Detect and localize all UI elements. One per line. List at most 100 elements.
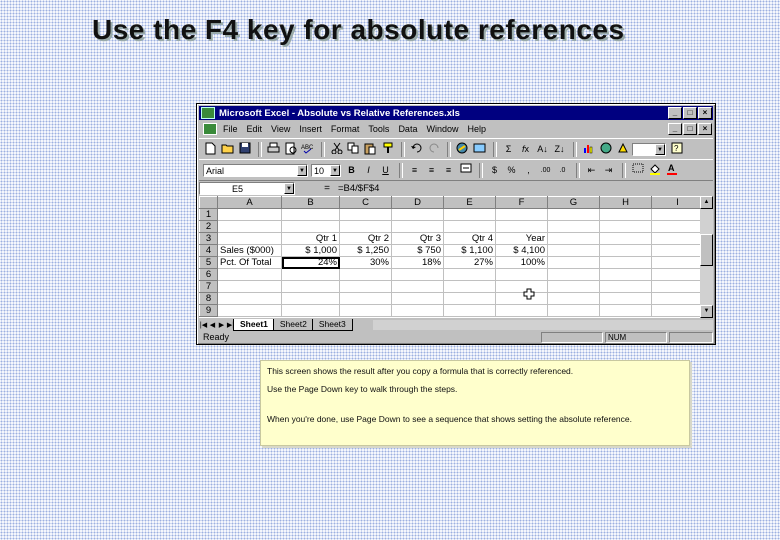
paste-icon[interactable] — [363, 142, 378, 157]
bold-button[interactable]: B — [344, 163, 359, 178]
hyperlink-icon[interactable] — [455, 142, 470, 157]
cell[interactable]: Sales ($000) — [217, 244, 282, 257]
cell[interactable]: 100% — [495, 256, 548, 269]
font-name-combo[interactable]: Arial ▼ — [203, 163, 308, 177]
cell[interactable] — [443, 304, 496, 317]
cell[interactable] — [651, 256, 704, 269]
column-header[interactable]: G — [547, 196, 600, 209]
cell[interactable] — [443, 268, 496, 281]
workbook-icon[interactable] — [203, 123, 217, 135]
menu-data[interactable]: Data — [398, 124, 417, 134]
horizontal-scrollbar[interactable] — [372, 320, 713, 330]
cell[interactable] — [339, 268, 392, 281]
cell[interactable]: $ 750 — [391, 244, 444, 257]
save-icon[interactable] — [237, 142, 252, 157]
row-header[interactable]: 5 — [199, 256, 218, 269]
cell[interactable] — [339, 304, 392, 317]
cell[interactable] — [281, 304, 340, 317]
cell[interactable] — [391, 304, 444, 317]
cell[interactable] — [651, 304, 704, 317]
cell[interactable] — [495, 280, 548, 293]
cell[interactable] — [391, 220, 444, 233]
cell[interactable] — [651, 292, 704, 305]
column-header[interactable]: E — [443, 196, 496, 209]
menu-file[interactable]: File — [223, 124, 238, 134]
cell[interactable] — [547, 280, 600, 293]
sort-descending-icon[interactable]: Z↓ — [552, 142, 567, 157]
cell[interactable] — [651, 208, 704, 221]
doc-restore-button[interactable]: □ — [683, 123, 697, 135]
row-header[interactable]: 1 — [199, 208, 218, 221]
borders-icon[interactable] — [630, 163, 645, 178]
cell[interactable] — [495, 292, 548, 305]
cell[interactable]: 24% — [281, 256, 340, 269]
cell[interactable] — [217, 304, 282, 317]
row-header[interactable]: 6 — [199, 268, 218, 281]
cell[interactable] — [651, 244, 704, 257]
minimize-button[interactable]: _ — [668, 107, 682, 119]
doc-minimize-button[interactable]: _ — [668, 123, 682, 135]
cell[interactable] — [599, 244, 652, 257]
cell[interactable] — [339, 280, 392, 293]
column-header[interactable]: B — [281, 196, 340, 209]
increase-indent-icon[interactable]: ⇥ — [601, 163, 616, 178]
align-right-icon[interactable]: ≡ — [441, 163, 456, 178]
column-header[interactable]: D — [391, 196, 444, 209]
cell[interactable]: $ 1,250 — [339, 244, 392, 257]
formula-equals-icon[interactable]: = — [320, 183, 334, 194]
map-icon[interactable] — [598, 142, 613, 157]
fill-color-icon[interactable] — [647, 163, 662, 178]
menu-format[interactable]: Format — [331, 124, 360, 134]
tab-sheet3[interactable]: Sheet3 — [311, 319, 353, 331]
cell[interactable] — [599, 220, 652, 233]
doc-close-button[interactable]: × — [698, 123, 712, 135]
cell[interactable] — [495, 208, 548, 221]
cell[interactable]: Qtr 3 — [391, 232, 444, 245]
cell[interactable] — [495, 220, 548, 233]
cell[interactable] — [547, 292, 600, 305]
autosum-icon[interactable]: Σ — [501, 142, 516, 157]
chevron-down-icon[interactable]: ▼ — [330, 164, 340, 176]
cell[interactable] — [217, 232, 282, 245]
row-header[interactable]: 3 — [199, 232, 218, 245]
italic-button[interactable]: I — [361, 163, 376, 178]
cell[interactable] — [281, 268, 340, 281]
cell[interactable] — [547, 268, 600, 281]
cell[interactable] — [599, 208, 652, 221]
cell[interactable] — [651, 220, 704, 233]
maximize-button[interactable]: □ — [683, 107, 697, 119]
excel-app-icon[interactable] — [201, 107, 215, 119]
scroll-down-icon[interactable]: ▼ — [700, 305, 713, 318]
vertical-scrollbar[interactable]: ▲ ▼ — [700, 196, 713, 318]
currency-button[interactable]: $ — [487, 163, 502, 178]
function-icon[interactable]: fx — [518, 142, 533, 157]
decrease-decimal-button[interactable]: .0 — [555, 163, 570, 178]
align-center-icon[interactable]: ≡ — [424, 163, 439, 178]
cell[interactable] — [443, 208, 496, 221]
align-left-icon[interactable]: ≡ — [407, 163, 422, 178]
cell[interactable] — [547, 232, 600, 245]
cell[interactable] — [599, 232, 652, 245]
format-painter-icon[interactable] — [380, 142, 395, 157]
cell[interactable] — [391, 280, 444, 293]
cell[interactable] — [391, 292, 444, 305]
column-header[interactable]: C — [339, 196, 392, 209]
cell[interactable] — [599, 256, 652, 269]
cell[interactable] — [651, 268, 704, 281]
worksheet-grid[interactable]: ABCDEFGHI 1 2 3 Qtr 1 Qtr 2 Qtr 3 Qtr 4 Year 4 Sa… — [199, 196, 709, 318]
cell[interactable] — [217, 292, 282, 305]
cell[interactable] — [217, 268, 282, 281]
print-preview-icon[interactable] — [283, 142, 298, 157]
cell[interactable] — [599, 280, 652, 293]
cell[interactable] — [281, 220, 340, 233]
chevron-down-icon[interactable]: ▼ — [655, 143, 665, 155]
cell[interactable] — [339, 208, 392, 221]
column-header[interactable]: I — [651, 196, 704, 209]
cell[interactable] — [339, 220, 392, 233]
row-header[interactable]: 9 — [199, 304, 218, 317]
next-sheet-icon[interactable]: ▶ — [217, 321, 226, 329]
chevron-down-icon[interactable]: ▼ — [284, 182, 294, 194]
menu-tools[interactable]: Tools — [368, 124, 389, 134]
cell[interactable]: $ 1,000 — [281, 244, 340, 257]
close-button[interactable]: × — [698, 107, 712, 119]
